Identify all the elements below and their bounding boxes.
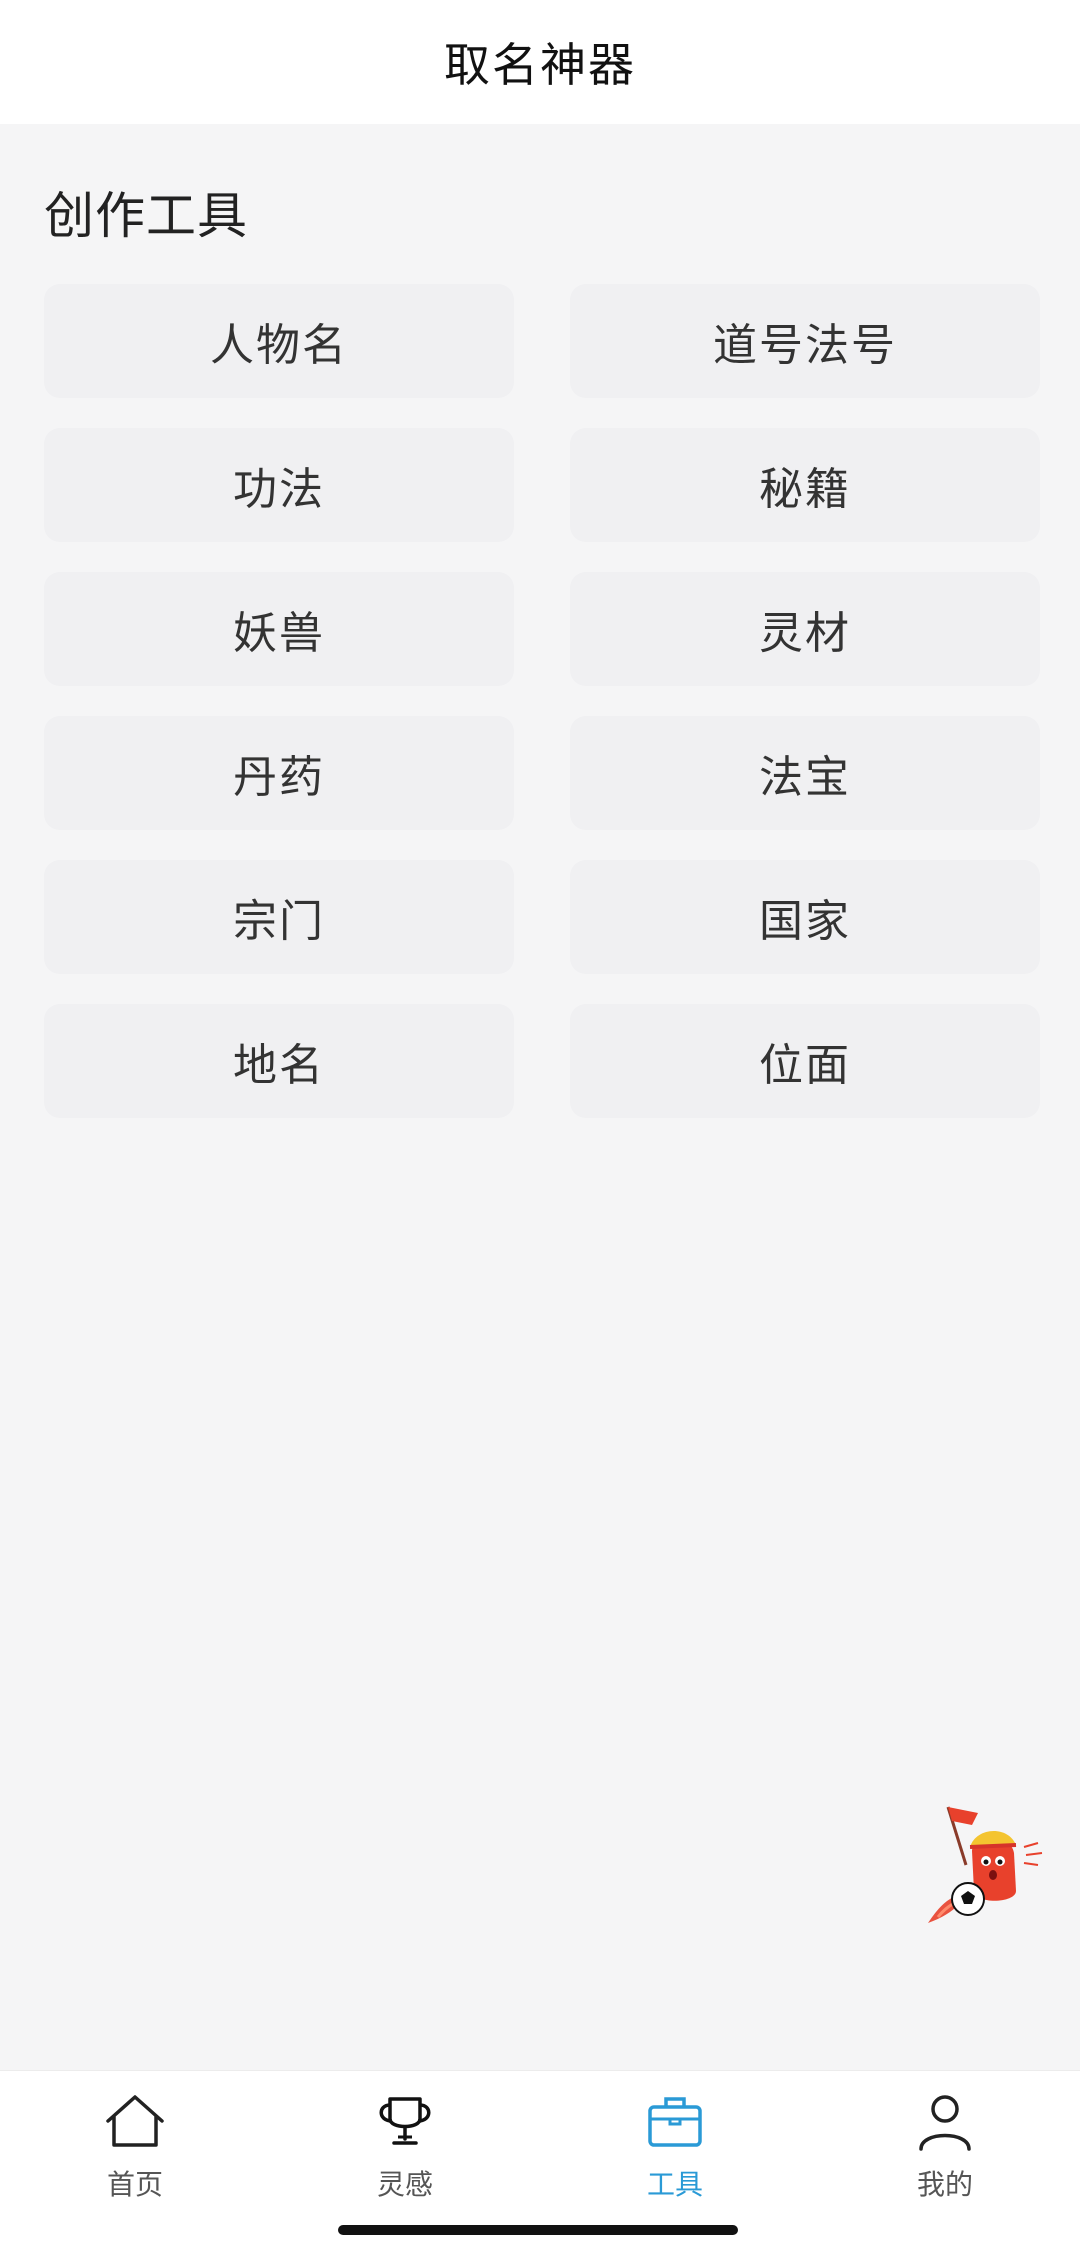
tool-button-taoist-name[interactable]: 道号法号: [570, 284, 1040, 398]
tab-profile[interactable]: 我的: [865, 2089, 1025, 2209]
toolbox-icon: [648, 2097, 702, 2147]
tool-button-secret-manual[interactable]: 秘籍: [570, 428, 1040, 542]
trophy-icon: [379, 2097, 431, 2145]
page-title: 取名神器: [444, 38, 636, 92]
tab-tools[interactable]: 工具: [595, 2089, 755, 2209]
home-indicator[interactable]: [338, 2225, 738, 2235]
tab-inspiration-label: 灵感: [376, 2168, 433, 2201]
user-icon: [919, 2095, 971, 2151]
tool-button-sect[interactable]: 宗门: [44, 860, 514, 974]
tool-button-plane[interactable]: 位面: [570, 1004, 1040, 1118]
tool-button-magic-treasure[interactable]: 法宝: [570, 716, 1040, 830]
tool-button-elixir[interactable]: 丹药: [44, 716, 514, 830]
tab-home[interactable]: 首页: [55, 2089, 215, 2209]
app-header: 取名神器: [0, 0, 1080, 124]
tab-home-label: 首页: [106, 2168, 163, 2201]
mascot-floating-icon[interactable]: [920, 1795, 1060, 1935]
tab-tools-label: 工具: [646, 2168, 703, 2201]
tab-profile-label: 我的: [916, 2168, 973, 2201]
tab-inspiration[interactable]: 灵感: [325, 2089, 485, 2209]
tool-button-spirit-material[interactable]: 灵材: [570, 572, 1040, 686]
home-icon: [106, 2095, 164, 2147]
tool-button-character-name[interactable]: 人物名: [44, 284, 514, 398]
tool-button-place-name[interactable]: 地名: [44, 1004, 514, 1118]
tool-button-demon-beast[interactable]: 妖兽: [44, 572, 514, 686]
section-title: 创作工具: [44, 187, 248, 245]
tool-button-technique[interactable]: 功法: [44, 428, 514, 542]
tool-button-nation[interactable]: 国家: [570, 860, 1040, 974]
tool-grid: 人物名 道号法号 功法 秘籍 妖兽 灵材 丹药 法宝 宗门 国家 地名 位面: [44, 284, 1042, 1118]
